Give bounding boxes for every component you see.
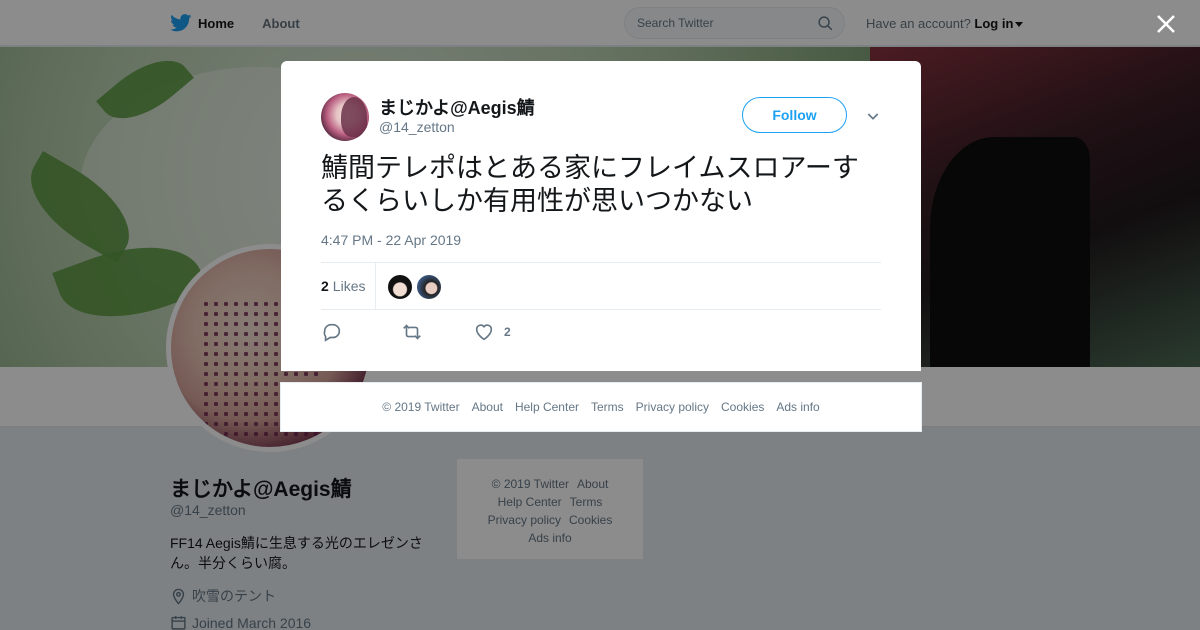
footer-privacy[interactable]: Privacy policy — [636, 400, 709, 414]
avatar-hair — [341, 97, 367, 137]
liker-avatar[interactable] — [387, 274, 413, 300]
like-button[interactable]: 2 — [473, 321, 511, 343]
footer-help[interactable]: Help Center — [515, 400, 579, 414]
tweet-text: 鯖間テレポはとある家にフレイムスロアーするくらいしか有用性が思いつかない — [321, 153, 859, 216]
follow-button[interactable]: Follow — [742, 97, 847, 133]
footer-about[interactable]: About — [472, 400, 503, 414]
chevron-down-icon[interactable] — [865, 108, 881, 124]
liker-avatar[interactable] — [416, 274, 442, 300]
footer-ads[interactable]: Ads info — [776, 400, 819, 414]
footer-terms[interactable]: Terms — [591, 400, 624, 414]
likes-stat[interactable]: 2 Likes — [321, 278, 365, 294]
tweet-author-avatar[interactable] — [321, 93, 369, 141]
tweet-author-name[interactable]: まじかよ@Aegis鯖 — [379, 94, 535, 120]
tweet-author-handle[interactable]: @14_zetton — [379, 119, 455, 135]
tweet-stats: 2 Likes — [321, 262, 881, 310]
likes-label: Likes — [332, 278, 366, 294]
footer-cookies[interactable]: Cookies — [721, 400, 764, 414]
heart-icon[interactable] — [473, 321, 495, 343]
stats-divider — [375, 263, 376, 309]
close-icon[interactable] — [1154, 12, 1178, 36]
modal-footer: © 2019 Twitter About Help Center Terms P… — [280, 382, 922, 432]
reply-icon[interactable] — [321, 321, 343, 343]
tweet-modal: まじかよ@Aegis鯖 @14_zetton Follow 鯖間テレポはとある家… — [281, 61, 921, 371]
tweet-actions: 2 — [321, 320, 511, 344]
likes-count: 2 — [321, 278, 329, 294]
tweet-timestamp[interactable]: 4:47 PM - 22 Apr 2019 — [321, 232, 461, 248]
like-count: 2 — [504, 325, 511, 339]
footer-copyright: © 2019 Twitter — [382, 400, 460, 414]
retweet-icon[interactable] — [401, 321, 423, 343]
